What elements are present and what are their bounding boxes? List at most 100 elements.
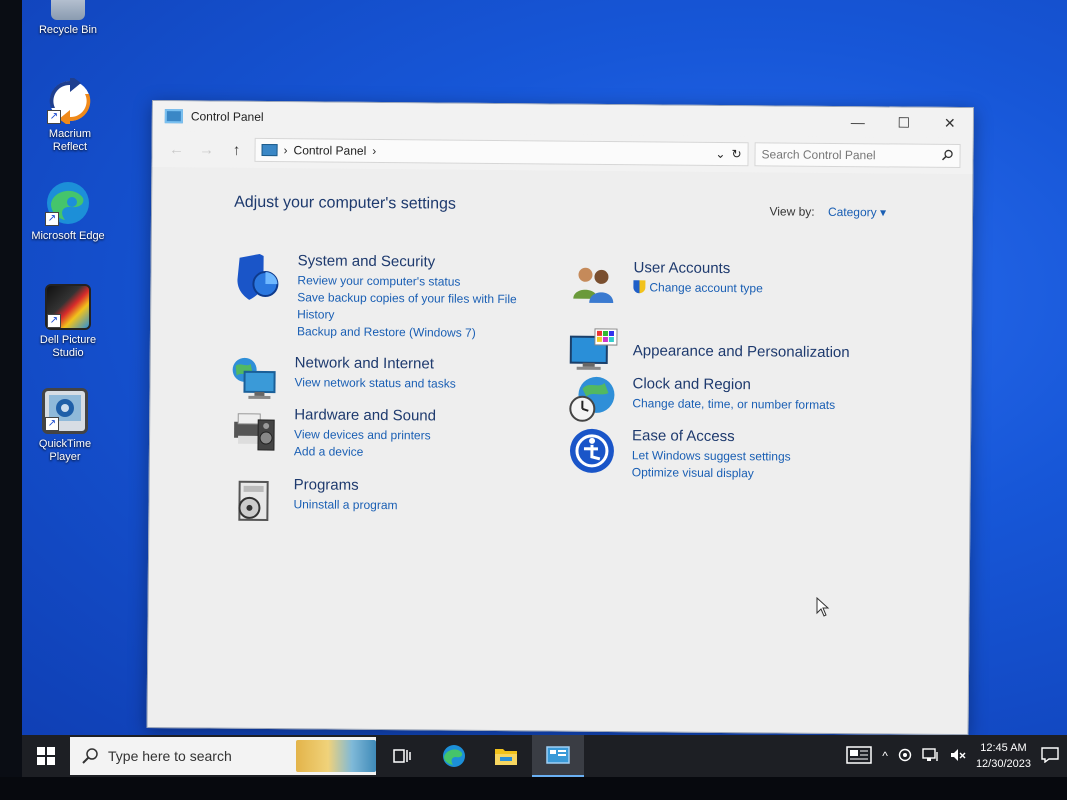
category-link-label: Change account type <box>649 280 763 296</box>
clock-time: 12:45 AM <box>980 742 1027 754</box>
category-link[interactable]: Change date, time, or number formats <box>632 395 835 414</box>
desktop-icon-label: Dell Picture Studio <box>39 334 97 359</box>
desktop-icon-label: Macrium Reflect <box>48 128 92 153</box>
programs-icon <box>229 476 279 526</box>
category-ease-of-access: Ease of Access Let Windows suggest setti… <box>568 427 791 483</box>
chevron-up-icon[interactable]: ^ <box>882 749 888 763</box>
close-button[interactable]: ✕ <box>927 108 973 138</box>
news-widget-icon[interactable] <box>846 745 873 767</box>
control-panel-icon <box>546 746 570 764</box>
breadcrumb-control-panel[interactable]: Control Panel <box>294 143 367 158</box>
category-link[interactable]: Add a device <box>294 443 436 461</box>
category-title[interactable]: User Accounts <box>633 259 763 277</box>
view-by-value: Category <box>827 204 877 220</box>
category-link[interactable]: Review your computer's status <box>297 272 532 291</box>
control-panel-icon <box>261 143 278 157</box>
control-panel-window: Control Panel — ☐ ✕ ← → ↑ › Control Pane… <box>146 100 974 736</box>
shortcut-arrow-icon: ↗ <box>47 314 61 328</box>
search-highlight-image[interactable] <box>296 740 376 772</box>
desktop-icon-recycle-bin[interactable]: Recycle Bin <box>30 0 106 37</box>
shortcut-arrow-icon: ↗ <box>47 110 61 124</box>
edge-icon <box>443 745 465 767</box>
notifications-icon[interactable] <box>1041 746 1059 766</box>
windows-logo-icon <box>37 747 55 765</box>
edge-icon: ↗ <box>45 180 91 226</box>
task-view-button[interactable] <box>376 735 428 777</box>
refresh-icon[interactable]: ↻ <box>731 147 741 161</box>
forward-arrow-icon[interactable]: → <box>194 141 218 158</box>
category-system-and-security: System and Security Review your computer… <box>233 252 533 343</box>
category-link[interactable]: View network status and tasks <box>294 374 455 392</box>
search-icon[interactable] <box>941 148 953 163</box>
category-link[interactable]: Uninstall a program <box>293 496 397 514</box>
users-icon <box>569 259 619 309</box>
taskbar-search[interactable]: Type here to search <box>70 737 376 775</box>
desktop-icon-quicktime-player[interactable]: ↗ QuickTime Player <box>27 388 103 464</box>
shield-icon <box>233 252 283 302</box>
taskbar: Type here to search ^ 12:45 AM 12/30/202… <box>22 735 1067 777</box>
category-hardware-and-sound: Hardware and Sound View devices and prin… <box>230 406 436 462</box>
category-title[interactable]: Ease of Access <box>632 427 791 445</box>
taskbar-file-explorer[interactable] <box>480 735 532 777</box>
search-input[interactable] <box>761 147 942 163</box>
view-by-label: View by: <box>769 204 815 219</box>
start-button[interactable] <box>22 747 70 765</box>
volume-muted-icon[interactable] <box>950 748 966 765</box>
control-panel-icon <box>164 109 183 124</box>
meet-now-icon[interactable] <box>898 748 912 765</box>
category-title[interactable]: Hardware and Sound <box>294 406 436 424</box>
category-title[interactable]: Programs <box>294 476 398 494</box>
dell-picture-studio-icon: ↗ <box>45 284 91 330</box>
breadcrumb-separator-icon[interactable]: › <box>372 144 376 158</box>
taskbar-search-placeholder: Type here to search <box>108 748 232 764</box>
category-link[interactable]: View devices and printers <box>294 426 436 444</box>
desktop-icon-label: Recycle Bin <box>38 24 98 36</box>
search-icon <box>82 748 98 764</box>
taskbar-edge[interactable] <box>428 735 480 777</box>
category-title[interactable]: Network and Internet <box>295 354 456 372</box>
category-network-and-internet: Network and Internet View network status… <box>230 354 456 406</box>
category-link[interactable]: Optimize visual display <box>632 464 791 482</box>
view-by-dropdown[interactable]: Category ▾ <box>828 205 886 220</box>
screen-bezel <box>0 0 22 800</box>
category-title[interactable]: Clock and Region <box>632 375 835 394</box>
minimize-button[interactable]: — <box>835 107 881 137</box>
chevron-down-icon[interactable]: ⌄ <box>715 147 725 161</box>
maximize-button[interactable]: ☐ <box>881 107 927 137</box>
back-arrow-icon[interactable]: ← <box>164 141 188 158</box>
taskbar-clock[interactable]: 12:45 AM 12/30/2023 <box>976 740 1031 772</box>
screen-bezel <box>0 777 1067 800</box>
task-view-icon <box>393 749 411 763</box>
shortcut-arrow-icon: ↗ <box>45 212 59 226</box>
category-link-with-uac[interactable]: Change account type <box>633 279 763 297</box>
mouse-cursor-icon <box>816 596 830 622</box>
category-link[interactable]: Backup and Restore (Windows 7) <box>297 323 532 342</box>
taskbar-control-panel[interactable] <box>532 735 584 777</box>
up-arrow-icon[interactable]: ↑ <box>224 141 248 158</box>
desktop-icon-microsoft-edge[interactable]: ↗ Microsoft Edge <box>30 180 106 243</box>
globe-clock-icon <box>568 375 618 425</box>
address-field[interactable]: › Control Panel › ⌄ ↻ <box>254 137 749 167</box>
ease-of-access-icon <box>568 427 618 477</box>
category-appearance-and-personalization: Appearance and Personalization <box>569 327 850 379</box>
page-title: Adjust your computer's settings <box>234 193 457 213</box>
search-box <box>754 142 961 169</box>
desktop-icon-label: QuickTime Player <box>38 438 92 463</box>
category-title[interactable]: Appearance and Personalization <box>633 342 850 361</box>
monitor-palette-icon <box>569 327 619 377</box>
desktop-icon-dell-picture-studio[interactable]: ↗ Dell Picture Studio <box>30 284 106 360</box>
clock-date: 12/30/2023 <box>975 758 1031 770</box>
category-clock-and-region: Clock and Region Change date, time, or n… <box>568 375 835 427</box>
network-icon <box>230 354 280 404</box>
network-tray-icon[interactable] <box>922 747 940 765</box>
view-by: View by: Category ▾ <box>769 204 886 219</box>
desktop-icon-macrium-reflect[interactable]: ↗ Macrium Reflect <box>32 75 108 154</box>
category-link[interactable]: Save backup copies of your files with Fi… <box>297 289 532 325</box>
quicktime-icon: ↗ <box>42 388 88 434</box>
macrium-reflect-icon: ↗ <box>47 75 93 127</box>
category-title[interactable]: System and Security <box>298 252 533 271</box>
desktop-icon-label: Microsoft Edge <box>31 230 105 242</box>
folder-icon <box>495 749 517 765</box>
category-link[interactable]: Let Windows suggest settings <box>632 447 791 465</box>
shortcut-arrow-icon: ↗ <box>45 417 59 431</box>
